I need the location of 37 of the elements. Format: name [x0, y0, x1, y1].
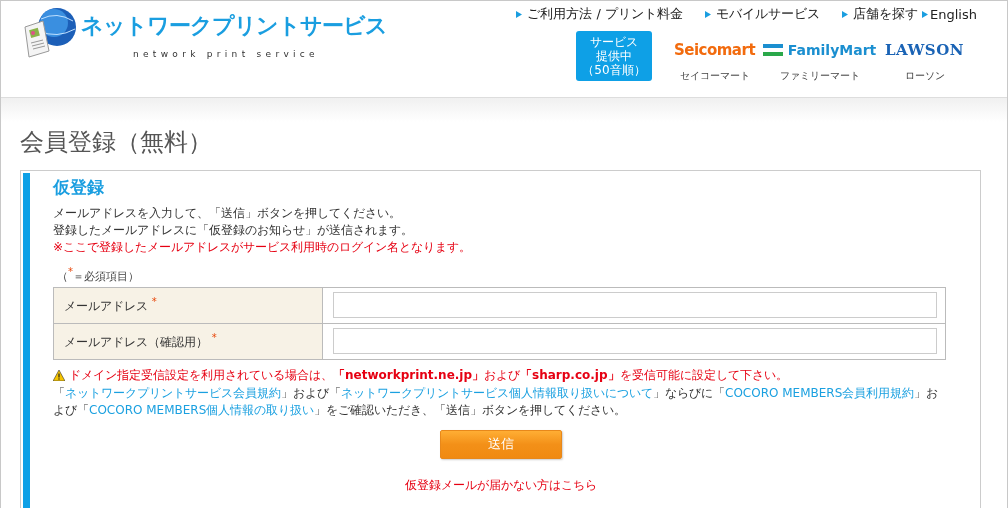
notice-text: ※ここで登録したメールアドレスがサービス利用時のログイン名となります。 — [53, 239, 473, 256]
store-logo[interactable]: FamilyMart — [787, 42, 877, 58]
nav-link[interactable]: 店舗を探す — [842, 5, 919, 23]
consent-text: 「ネットワークプリントサービス会員規約」および「ネットワークプリントサービス個人情報取り扱いについて」ならびに「COCORO MEMBERS会員利用規約」および「COCORO MEMBERS個人情報の取り扱い」をご確認いただき、「送信」ボタンを押してください。 — [53, 384, 940, 419]
nav-link[interactable]: English — [922, 5, 977, 23]
logo-title: ネットワークプリントサービス — [81, 12, 387, 40]
input-field[interactable] — [333, 328, 937, 355]
page-title: 会員登録（無料） — [20, 127, 213, 158]
globe-document-icon — [21, 7, 79, 59]
stores-badge: サービス 提供中 （50音順） — [576, 31, 652, 81]
logo-subtitle: network print service — [133, 49, 320, 59]
store-logo[interactable]: LAWSON — [885, 39, 964, 61]
section-heading: 仮登録 — [53, 176, 105, 199]
arrow-icon — [516, 10, 523, 18]
terms-link[interactable]: COCORO MEMBERS会員利用規約 — [725, 385, 915, 400]
terms-link[interactable]: ネットワークプリントサービス会員規約 — [65, 385, 281, 400]
field-label: メールアドレス（確認用） $^{*}$ — [53, 323, 323, 360]
instruction-text: メールアドレスを入力して、「送信」ボタンを押してください。 — [53, 205, 402, 222]
store-label: ファミリーマート — [779, 69, 860, 83]
terms-link[interactable]: ネットワークプリントサービス個人情報取り扱いについて — [341, 385, 653, 400]
arrow-icon — [842, 10, 849, 18]
store-label: ローソン — [904, 69, 945, 83]
arrow-icon — [922, 10, 929, 18]
nav-link[interactable]: モバイルサービス — [705, 5, 821, 23]
warning-text: ドメイン指定受信設定を利用されている場合は、「networkprint.ne.jp」および「sharp.co.jp」を受信可能に設定して下さい。 — [69, 366, 788, 384]
field-label: メールアドレス $^{*}$ — [53, 287, 323, 324]
input-field[interactable] — [333, 292, 937, 319]
terms-link[interactable]: COCORO MEMBERS個人情報の取り扱い — [89, 402, 315, 417]
submit-button[interactable]: 送信 — [439, 429, 562, 459]
warning-icon — [53, 369, 65, 381]
stripes-icon — [762, 44, 783, 56]
store-label: セイコーマート — [679, 69, 750, 83]
instruction-text: 登録したメールアドレスに「仮登録のお知らせ」が送信されます。 — [53, 222, 414, 239]
store-logo[interactable]: Seicomart — [673, 39, 756, 61]
nav-link[interactable]: ご利用方法 / プリント料金 — [516, 5, 684, 23]
help-link[interactable]: 仮登録メールが届かない方はこちら — [404, 476, 597, 494]
arrow-icon — [705, 10, 712, 18]
